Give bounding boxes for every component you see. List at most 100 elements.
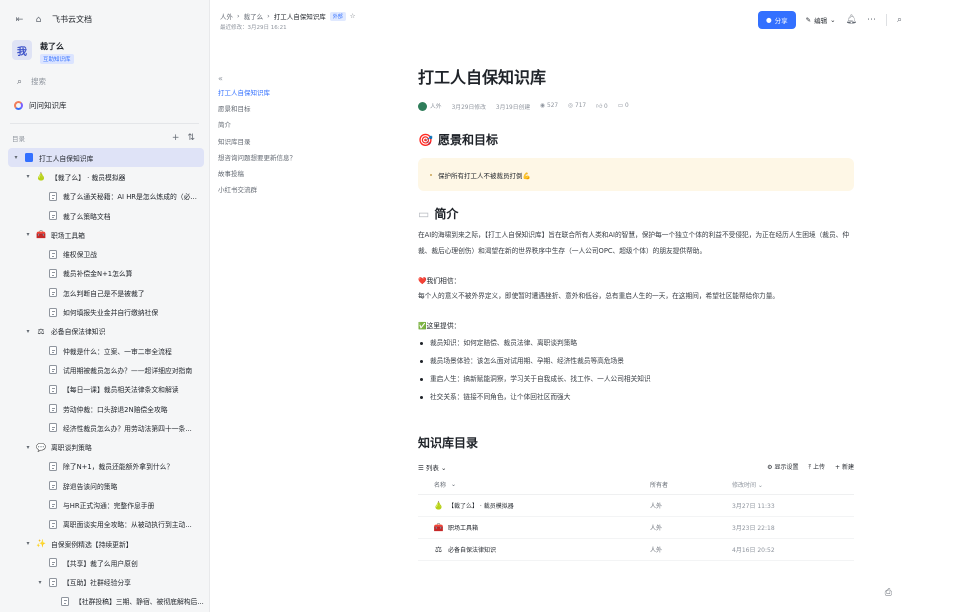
edit-mode-button[interactable]: ✎ 编辑 ⌄ <box>806 15 836 25</box>
intro-paragraph: 在AI的海啸到来之际，【打工人自保知识库】旨在联合所有人类和AI的智慧，保护每一… <box>418 231 850 255</box>
chevron-down-icon[interactable]: ▾ <box>24 540 32 547</box>
view-switcher[interactable]: ☰ 列表 ⌄ <box>418 462 446 472</box>
tree-item-label: 【互助】社群经验分享 <box>63 579 131 588</box>
tree-item[interactable]: ▾ 🍐 【裁了么】 · 裁员模拟器 <box>8 167 204 186</box>
table-row[interactable]: 🧰 职场工具箱 人外 3月23日 22:18 <box>418 517 854 540</box>
breadcrumb-item[interactable]: 人外 <box>220 11 233 21</box>
tree-item[interactable]: ▾ 💬 离职谈判策略 <box>8 437 204 456</box>
tree-item[interactable]: 裁员补偿金N+1怎么算 <box>8 264 204 283</box>
chevron-down-icon[interactable]: ▾ <box>24 444 32 451</box>
comment-icon: ▭ <box>617 103 626 109</box>
help-icon[interactable]: ⎙ <box>885 588 892 598</box>
ask-knowledge-base[interactable]: 问问知识库 <box>14 100 67 111</box>
tree-item[interactable]: 【共享】裁了么用户原创 <box>8 553 204 572</box>
outline-item[interactable]: 简介 <box>218 117 328 133</box>
sidebar-search[interactable]: ⌕ 搜索 <box>14 76 46 87</box>
outline-item[interactable]: 小红书交流群 <box>218 182 328 198</box>
tree-item-label: 除了N+1，裁员还能额外拿到什么？ <box>63 463 174 472</box>
column-name[interactable]: 名称 ⌄ <box>418 480 650 489</box>
tree-item[interactable]: ▾ 【互助】社群经验分享 <box>8 573 204 592</box>
table-row[interactable]: 🍐 【裁了么】 · 裁员模拟器 人外 3月27日 11:33 <box>418 495 854 518</box>
list-item: 裁员场景体验：该怎么面对试用期、孕期、经济性裁员等高危场景 <box>418 352 854 370</box>
new-button[interactable]: + 新建 <box>835 462 854 472</box>
catalog-heading: 知识库目录 <box>418 436 479 451</box>
cell-owner: 人外 <box>650 525 663 533</box>
tree-item[interactable]: 如何填报失业金并自行缴纳社保 <box>8 302 204 321</box>
target-icon: 🎯 <box>418 132 433 147</box>
chevron-down-icon[interactable]: ▾ <box>24 231 32 238</box>
document-icon <box>48 307 58 317</box>
tree-item[interactable]: ▾ 🧰 职场工具箱 <box>8 225 204 244</box>
star-icon[interactable]: ☆ <box>350 12 356 20</box>
author[interactable]: 人外 <box>418 101 442 111</box>
document-icon <box>60 596 70 606</box>
tree-item-label: 打工人自保知识库 <box>39 154 94 163</box>
outline-item[interactable]: 知识库目录 <box>218 134 328 150</box>
collapse-outline-icon[interactable]: « <box>218 74 328 83</box>
tree-item[interactable]: 劳动仲裁：口头辞退2N赔偿全攻略 <box>8 399 204 418</box>
pencil-icon: ✎ <box>805 16 812 24</box>
tree-item[interactable]: 裁了么策略文档 <box>8 206 204 225</box>
column-owner[interactable]: 所有者 <box>650 480 732 489</box>
tree-item-label: 劳动仲裁：口头辞退2N赔偿全攻略 <box>63 405 168 414</box>
tree-item-label: 必备自保法律知识 <box>51 328 106 337</box>
tree-item[interactable]: 经济性裁员怎么办？用劳动法第四十一条... <box>8 418 204 437</box>
table-header: 名称 ⌄ 所有者 修改时间 ⌄ <box>418 475 854 496</box>
outline-item[interactable]: 打工人自保知识库 <box>218 85 328 101</box>
tree-item[interactable]: 怎么判断自己是不是被裁了 <box>8 283 204 302</box>
document-icon <box>48 461 58 471</box>
tree-item[interactable]: 辞退告该问的策略 <box>8 476 204 495</box>
document-body: 打工人自保知识库 人外 3月29日修改 3月19日创建 ◉ 527 ◎ 717 … <box>418 64 854 562</box>
tree-item[interactable]: 维权保卫战 <box>8 244 204 263</box>
tree-item[interactable]: ▾ ✨ 自保案例精选【持续更新】 <box>8 534 204 553</box>
topbar: 人外 › 裁了么 › 打工人自保知识库 外部 ☆ 最近修改：3月29日 16:2… <box>210 0 960 40</box>
tree-item[interactable]: 【每日一课】裁员相关法律条文和解读 <box>8 380 204 399</box>
search-icon[interactable]: ⌕ <box>897 15 902 25</box>
callout-dot <box>430 173 432 176</box>
share-button[interactable]: ● 分享 <box>757 11 796 29</box>
collapse-sidebar-icon[interactable]: ⇤ <box>14 14 25 25</box>
outline-item[interactable]: 愿景和目标 <box>218 101 328 117</box>
tree-item-label: 自保案例精选【持续更新】 <box>51 540 133 549</box>
breadcrumb-item[interactable]: 裁了么 <box>244 11 264 21</box>
memo-icon: ▭ <box>418 206 430 221</box>
tree-item[interactable]: 除了N+1，裁员还能额外拿到什么？ <box>8 457 204 476</box>
home-icon[interactable]: ⌂ <box>33 14 44 25</box>
likes-count[interactable]: 👍︎ 0 <box>596 103 608 110</box>
tree-item[interactable]: 裁了么通关秘籍：AI HR是怎么炼成的（必... <box>8 187 204 206</box>
chevron-down-icon[interactable]: ▾ <box>12 154 20 161</box>
add-icon[interactable]: + <box>172 133 180 143</box>
tree-item[interactable]: 仲裁是什么：立案、一审二审全流程 <box>8 341 204 360</box>
tree-item-label: 辞退告该问的策略 <box>63 482 118 491</box>
table-row[interactable]: ⚖ 必备自保法律知识 人外 4月16日 20:52 <box>418 539 854 562</box>
chevron-down-icon[interactable]: ▾ <box>24 328 32 335</box>
tree-item[interactable]: 试用期被裁员怎么办？——超详细应对指南 <box>8 360 204 379</box>
row-title: 【裁了么】 · 裁员模拟器 <box>448 503 514 511</box>
tree-item[interactable]: 【社群投稿】三期、静宿、被彻底解构后... <box>8 592 204 611</box>
tree-item[interactable]: ▾ 打工人自保知识库 <box>8 148 204 168</box>
workspace-card[interactable]: 我 裁了么 互助知识库 <box>12 40 74 64</box>
more-icon[interactable]: ⋯ <box>867 15 876 25</box>
display-settings-button[interactable]: ⚙ 显示设置 <box>767 462 798 472</box>
emoji-icon: 🧰 <box>433 523 444 533</box>
workspace-name: 裁了么 <box>40 42 64 51</box>
belief-heading: ❤️我们相信： <box>418 277 461 285</box>
tree-item[interactable]: 与HR正式沟通：完整作息手册 <box>8 495 204 514</box>
intro-heading: ▭ 简介 <box>418 206 459 222</box>
bell-icon[interactable]: 🔔︎ <box>846 15 857 25</box>
column-modified[interactable]: 修改时间 ⌄ <box>732 480 832 489</box>
chevron-down-icon[interactable]: ▾ <box>24 173 32 180</box>
breadcrumb-current[interactable]: 打工人自保知识库 <box>274 11 326 21</box>
outline-item[interactable]: 故事投稿 <box>218 166 328 182</box>
comments-count[interactable]: ▭ 0 <box>618 103 629 109</box>
sort-icon[interactable]: ⇅ <box>187 133 195 143</box>
outline-item[interactable]: 想咨询问题想要更新信息？ <box>218 150 328 166</box>
list-icon: ☰ <box>418 464 426 473</box>
workspace-avatar: 我 <box>12 40 32 60</box>
document-icon <box>48 191 58 201</box>
tree-item[interactable]: ▾ ⚖ 必备自保法律知识 <box>8 322 204 341</box>
upload-button[interactable]: ⤒ 上传 <box>808 462 825 472</box>
chevron-down-icon[interactable]: ▾ <box>36 579 44 586</box>
document-outline: « 打工人自保知识库 愿景和目标 简介 知识库目录 想咨询问题想要更新信息？ 故事投稿 小红… <box>218 74 328 198</box>
tree-item[interactable]: 离职面谈实用全攻略：从被动执行到主动... <box>8 515 204 534</box>
